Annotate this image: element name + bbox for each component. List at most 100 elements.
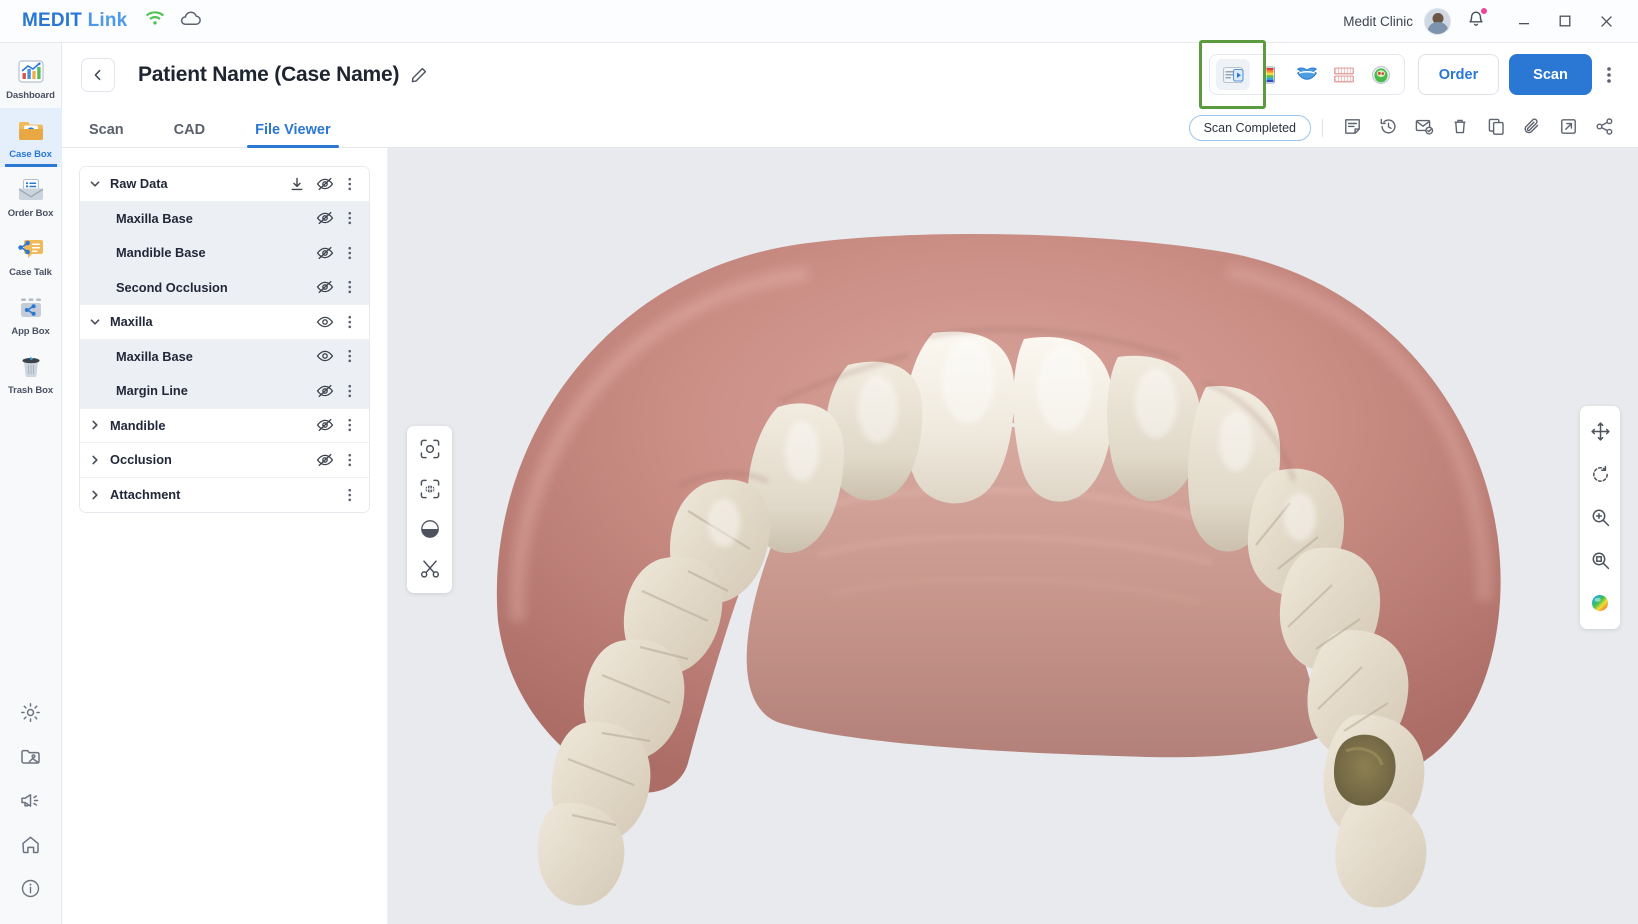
sidebar-item-trash-box[interactable]: Trash Box (0, 344, 62, 403)
title-bar: MEDIT Link Medit Clinic (0, 0, 1638, 43)
case-header: Patient Name (Case Name) Order Scan (62, 40, 1638, 109)
more-vertical-icon[interactable] (339, 273, 361, 301)
app-logo[interactable]: MEDIT Link (22, 10, 127, 32)
zoom-fit-icon[interactable] (1587, 547, 1613, 573)
more-vertical-icon[interactable] (1596, 54, 1622, 95)
model-viewport[interactable] (388, 148, 1638, 924)
chevron-right-icon[interactable] (80, 454, 110, 466)
chevron-down-icon[interactable] (80, 316, 110, 328)
lips-view-button[interactable] (1290, 59, 1324, 90)
tree-row-mandible-base-raw[interactable]: Mandible Base (80, 236, 369, 271)
zoom-in-icon[interactable] (1587, 504, 1613, 530)
sidebar-item-case-talk[interactable]: Case Talk (0, 226, 62, 285)
tab-scan[interactable]: Scan (81, 122, 132, 147)
chevron-right-icon[interactable] (80, 489, 110, 501)
tree-row-maxilla-base-raw[interactable]: Maxilla Base (80, 201, 369, 236)
tab-file-viewer[interactable]: File Viewer (247, 122, 339, 148)
pencil-edit-icon[interactable] (410, 66, 428, 84)
scan-data-view-button[interactable] (1216, 59, 1250, 90)
back-button[interactable] (81, 57, 115, 92)
tree-row-occlusion[interactable]: Occlusion (80, 443, 369, 478)
eye-hidden-icon[interactable] (311, 377, 339, 405)
tree-row-label: Mandible (110, 417, 166, 433)
more-vertical-icon[interactable] (339, 342, 361, 370)
sidebar-item-app-box[interactable]: App Box (0, 285, 62, 344)
tree-row-maxilla-base[interactable]: Maxilla Base (80, 339, 369, 374)
trash-bin-icon (16, 352, 46, 382)
tab-cad[interactable]: CAD (166, 122, 213, 147)
info-icon[interactable] (19, 876, 43, 900)
chevron-right-icon[interactable] (80, 419, 110, 431)
left-navigation-rail: Dashboard Case Box Order Box Case Talk A… (0, 43, 62, 924)
home-icon[interactable] (19, 832, 43, 856)
select-area-icon[interactable] (417, 436, 443, 462)
more-vertical-icon[interactable] (339, 239, 361, 267)
tree-row-margin-line[interactable]: Margin Line (80, 374, 369, 409)
eye-hidden-icon[interactable] (311, 273, 339, 301)
sidebar-item-dashboard[interactable]: Dashboard (0, 49, 62, 108)
brand-primary: MEDIT (22, 10, 83, 31)
tree-row-label: Second Occlusion (116, 279, 228, 295)
order-button[interactable]: Order (1418, 54, 1499, 95)
view-mode-group (1209, 54, 1405, 95)
mail-send-icon[interactable] (1406, 111, 1442, 141)
copy-duplicate-icon[interactable] (1478, 111, 1514, 141)
tree-row-label: Maxilla Base (116, 348, 193, 364)
minimize-button[interactable] (1506, 6, 1542, 36)
rotate-reset-icon[interactable] (1587, 461, 1613, 487)
more-vertical-icon[interactable] (339, 446, 361, 474)
tree-row-attachment[interactable]: Attachment (80, 477, 369, 512)
intraoral-camera-view-button[interactable] (1364, 59, 1398, 90)
tree-row-second-occlusion[interactable]: Second Occlusion (80, 270, 369, 305)
pan-move-icon[interactable] (1587, 418, 1613, 444)
sidebar-item-case-box[interactable]: Case Box (0, 108, 62, 167)
sidebar-item-label: App Box (11, 326, 50, 337)
more-vertical-icon[interactable] (339, 170, 361, 198)
eye-hidden-icon[interactable] (311, 204, 339, 232)
more-vertical-icon[interactable] (339, 377, 361, 405)
more-vertical-icon[interactable] (339, 481, 361, 509)
cloud-icon[interactable] (179, 10, 202, 32)
megaphone-icon[interactable] (19, 788, 43, 812)
eye-hidden-icon[interactable] (311, 446, 339, 474)
eye-hidden-icon[interactable] (311, 411, 339, 439)
file-tree: Raw Data Maxilla Base Mandible Base Seco… (79, 166, 370, 513)
sidebar-item-order-box[interactable]: Order Box (0, 167, 62, 226)
notification-bell-icon[interactable] (1466, 7, 1487, 34)
share-nodes-icon[interactable] (1586, 111, 1622, 141)
attachment-clip-icon[interactable] (1514, 111, 1550, 141)
scissors-trim-icon[interactable] (417, 556, 443, 582)
color-map-view-button[interactable] (1253, 59, 1287, 90)
eye-hidden-icon[interactable] (311, 170, 339, 198)
history-clock-icon[interactable] (1370, 111, 1406, 141)
chevron-down-icon[interactable] (80, 178, 110, 190)
fill-hole-icon[interactable] (417, 516, 443, 542)
dental-arch-3d-model[interactable] (388, 148, 1638, 924)
gear-icon[interactable] (19, 700, 43, 724)
delete-trash-icon[interactable] (1442, 111, 1478, 141)
tree-row-label: Maxilla Base (116, 210, 193, 226)
eye-visible-icon[interactable] (311, 308, 339, 336)
maximize-button[interactable] (1547, 6, 1583, 36)
sidebar-item-label: Order Box (7, 208, 54, 219)
status-badge[interactable]: Scan Completed (1188, 115, 1311, 141)
select-teeth-icon[interactable] (417, 476, 443, 502)
more-vertical-icon[interactable] (339, 308, 361, 336)
eye-visible-icon[interactable] (311, 342, 339, 370)
avatar[interactable] (1424, 7, 1451, 35)
eye-hidden-icon[interactable] (311, 239, 339, 267)
tree-row-maxilla[interactable]: Maxilla (80, 305, 369, 340)
more-vertical-icon[interactable] (339, 204, 361, 232)
folder-image-icon[interactable] (19, 744, 43, 768)
occlusion-view-button[interactable] (1327, 59, 1361, 90)
tree-row-raw-data[interactable]: Raw Data (80, 167, 369, 202)
tree-row-mandible[interactable]: Mandible (80, 408, 369, 443)
close-button[interactable] (1588, 6, 1624, 36)
color-sphere-icon[interactable] (1587, 590, 1613, 616)
more-vertical-icon[interactable] (339, 411, 361, 439)
export-arrow-icon[interactable] (1550, 111, 1586, 141)
scan-button[interactable]: Scan (1509, 54, 1592, 95)
download-icon[interactable] (283, 170, 311, 198)
medit-link-window: MEDIT Link Medit Clinic Dashboard Case B… (0, 0, 1638, 924)
memo-note-icon[interactable] (1334, 111, 1370, 141)
